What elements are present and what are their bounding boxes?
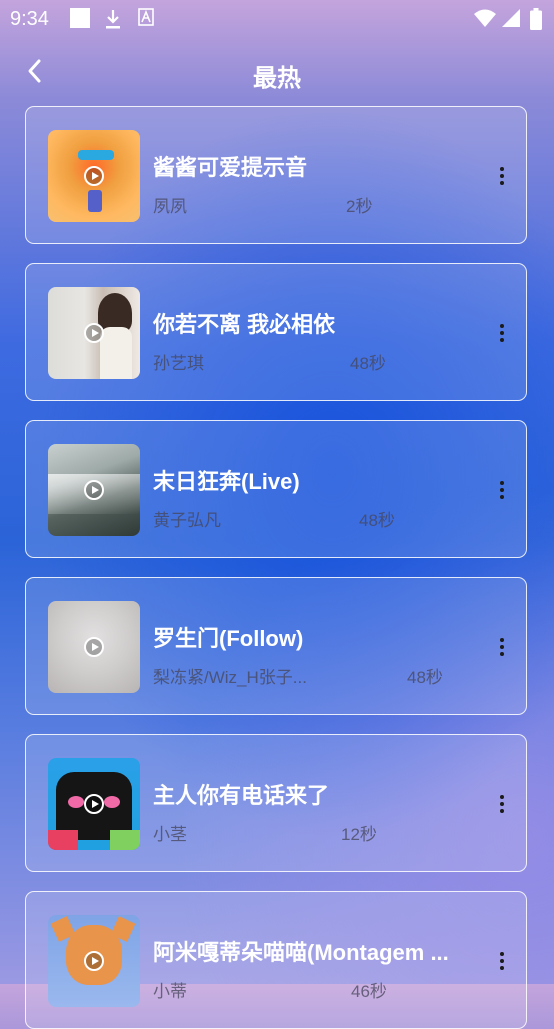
more-options-icon[interactable] bbox=[496, 952, 508, 974]
song-artist: 夙夙 bbox=[153, 197, 187, 216]
cover-image bbox=[48, 915, 140, 1007]
status-bar: 9:34 bbox=[0, 0, 554, 36]
play-icon[interactable] bbox=[84, 794, 104, 814]
song-title: 酱酱可爱提示音 bbox=[153, 155, 308, 180]
list-item[interactable]: 主人你有电话来了 小茎 12秒 bbox=[25, 734, 527, 872]
song-artist: 梨冻紧/Wiz_H张子... bbox=[153, 668, 307, 687]
song-duration: 48秒 bbox=[407, 668, 443, 687]
list-item[interactable]: 酱酱可爱提示音 夙夙 2秒 bbox=[25, 106, 527, 244]
page-title: 最热 bbox=[253, 65, 301, 92]
song-title: 罗生门(Follow) bbox=[153, 626, 304, 651]
song-title: 末日狂奔(Live) bbox=[153, 469, 300, 494]
song-title: 你若不离 我必相依 bbox=[153, 312, 336, 337]
song-duration: 12秒 bbox=[341, 825, 377, 844]
song-duration: 48秒 bbox=[359, 511, 395, 530]
more-options-icon[interactable] bbox=[496, 167, 508, 189]
cover-image bbox=[48, 130, 140, 222]
song-artist: 小茎 bbox=[153, 825, 187, 844]
song-duration: 2秒 bbox=[346, 197, 373, 216]
notification-square-icon bbox=[70, 8, 90, 28]
signal-icon bbox=[502, 9, 520, 27]
play-icon[interactable] bbox=[84, 480, 104, 500]
accessibility-icon bbox=[138, 8, 154, 26]
song-title: 阿米嘎蒂朵喵喵(Montagem ... bbox=[153, 940, 449, 965]
play-icon[interactable] bbox=[84, 323, 104, 343]
song-title: 主人你有电话来了 bbox=[153, 783, 330, 808]
song-duration: 48秒 bbox=[350, 354, 386, 373]
more-options-icon[interactable] bbox=[496, 324, 508, 346]
more-options-icon[interactable] bbox=[496, 481, 508, 503]
list-item[interactable]: 罗生门(Follow) 梨冻紧/Wiz_H张子... 48秒 bbox=[25, 577, 527, 715]
list-item[interactable]: 阿米嘎蒂朵喵喵(Montagem ... 小蒂 46秒 bbox=[25, 891, 527, 1029]
song-artist: 小蒂 bbox=[153, 982, 187, 1001]
battery-icon bbox=[530, 8, 542, 30]
more-options-icon[interactable] bbox=[496, 638, 508, 660]
cover-image bbox=[48, 601, 140, 693]
play-icon[interactable] bbox=[84, 637, 104, 657]
play-icon[interactable] bbox=[84, 166, 104, 186]
cover-image bbox=[48, 444, 140, 536]
more-options-icon[interactable] bbox=[496, 795, 508, 817]
cover-image bbox=[48, 287, 140, 379]
wifi-icon bbox=[474, 9, 496, 27]
song-artist: 孙艺琪 bbox=[153, 354, 204, 373]
list-item[interactable]: 末日狂奔(Live) 黄子弘凡 48秒 bbox=[25, 420, 527, 558]
song-duration: 46秒 bbox=[351, 982, 387, 1001]
download-icon bbox=[106, 10, 120, 29]
song-artist: 黄子弘凡 bbox=[153, 511, 221, 530]
list-item[interactable]: 你若不离 我必相依 孙艺琪 48秒 bbox=[25, 263, 527, 401]
status-time: 9:34 bbox=[10, 8, 49, 30]
cover-image bbox=[48, 758, 140, 850]
header: 最热 bbox=[0, 48, 554, 96]
play-icon[interactable] bbox=[84, 951, 104, 971]
